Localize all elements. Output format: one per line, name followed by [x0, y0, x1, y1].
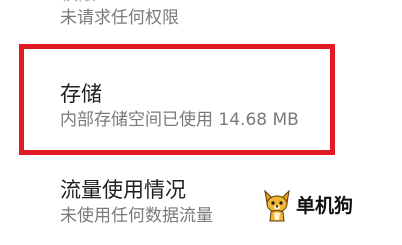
permissions-subtitle: 未请求任何权限: [60, 8, 179, 28]
permissions-title: 权限: [60, 0, 96, 4]
data-usage-title: 流量使用情况: [60, 178, 186, 202]
watermark-text: 单机狗: [296, 194, 354, 217]
watermark: 单机狗: [262, 188, 353, 224]
highlight-box: [19, 44, 335, 155]
data-usage-subtitle: 未使用任何数据流量: [60, 206, 213, 226]
dog-mascot-icon: [264, 189, 290, 222]
